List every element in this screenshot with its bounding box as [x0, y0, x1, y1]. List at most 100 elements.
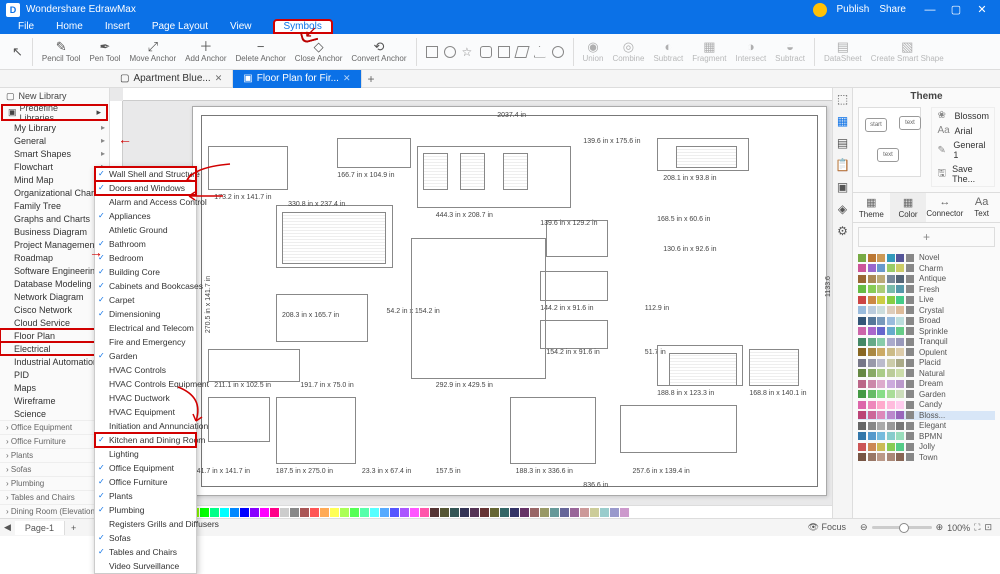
- subcategory[interactable]: › Dining Room (Elevation): [0, 504, 109, 518]
- minimize-button[interactable]: —: [918, 4, 942, 16]
- category-smart-shapes[interactable]: Smart Shapes▸: [0, 147, 109, 160]
- doc-tab[interactable]: ▣ Floor Plan for Fir...✕: [233, 70, 361, 88]
- add-page[interactable]: +: [65, 523, 82, 533]
- subcategory[interactable]: › Tables and Chairs: [0, 490, 109, 504]
- page-tab[interactable]: Page-1: [15, 521, 65, 535]
- color-swatchbar[interactable]: [110, 505, 832, 518]
- flyout-hvac-controls[interactable]: HVAC Controls: [95, 363, 196, 377]
- category-database-modeling[interactable]: Database Modeling▸: [0, 277, 109, 290]
- new-tab-button[interactable]: +: [362, 72, 381, 86]
- maximize-button[interactable]: ▢: [944, 3, 968, 16]
- palette-opulent[interactable]: Opulent: [858, 348, 995, 357]
- history-icon[interactable]: ▣: [837, 180, 848, 194]
- theme-opt[interactable]: ✎General 1: [932, 138, 994, 162]
- category-project-management[interactable]: Project Management▸: [0, 238, 109, 251]
- flyout-garden[interactable]: Garden: [95, 349, 196, 363]
- palette-novel[interactable]: Novel: [858, 253, 995, 262]
- subcategory[interactable]: › Office Equipment: [0, 420, 109, 434]
- category-organizational-chart[interactable]: Organizational Chart▸: [0, 186, 109, 199]
- flyout-carpet[interactable]: Carpet: [95, 293, 196, 307]
- publish-button[interactable]: Publish: [837, 4, 870, 15]
- category-floor-plan[interactable]: Floor Plan▸: [0, 329, 109, 342]
- category-network-diagram[interactable]: Network Diagram▸: [0, 290, 109, 303]
- pencil-tool[interactable]: ✎Pencil Tool: [38, 40, 85, 63]
- palette-antique[interactable]: Antique: [858, 274, 995, 283]
- union-tool[interactable]: ◉Union: [579, 40, 608, 63]
- flyout-appliances[interactable]: Appliances: [95, 209, 196, 223]
- flyout-electrical-and-telecom[interactable]: Electrical and Telecom: [95, 321, 196, 335]
- canvas[interactable]: 2037.4 in 836.6 in 173.2 in x 141.7 in 1…: [110, 88, 833, 518]
- intersect-tool[interactable]: ◑Intersect: [731, 40, 770, 63]
- zoom-control[interactable]: ⊖⊕ 100% ⛶⊡: [852, 522, 1000, 533]
- flyout-video-surveillance[interactable]: Video Surveillance: [95, 559, 196, 573]
- shape-presets[interactable]: ☆: [422, 46, 568, 58]
- category-roadmap[interactable]: Roadmap▸: [0, 251, 109, 264]
- menu-insert[interactable]: Insert: [105, 21, 130, 32]
- palette-dream[interactable]: Dream: [858, 379, 995, 388]
- flyout-dimensioning[interactable]: Dimensioning: [95, 307, 196, 321]
- move-anchor-tool[interactable]: ⤢Move Anchor: [125, 40, 180, 63]
- category-my-library[interactable]: My Library▸: [0, 121, 109, 134]
- flyout-sofas[interactable]: Sofas: [95, 531, 196, 545]
- category-family-tree[interactable]: Family Tree▸: [0, 199, 109, 212]
- flyout-building-core[interactable]: Building Core: [95, 265, 196, 279]
- style-icon[interactable]: ▦: [837, 114, 848, 128]
- avatar[interactable]: [813, 3, 827, 17]
- menu-view[interactable]: View: [230, 21, 252, 32]
- focus-button[interactable]: 👁 Focus: [802, 522, 852, 533]
- flyout-kitchen-and-dining-room[interactable]: Kitchen and Dining Room: [95, 433, 196, 447]
- palette-fresh[interactable]: Fresh: [858, 285, 995, 294]
- prev-page[interactable]: ◀: [0, 522, 15, 533]
- delete-anchor-tool[interactable]: −Delete Anchor: [232, 40, 290, 63]
- data-icon[interactable]: ▤: [837, 136, 848, 150]
- palette-tranquil[interactable]: Tranquil: [858, 337, 995, 346]
- flyout-bedroom[interactable]: Bedroom: [95, 251, 196, 265]
- flyout-office-furniture[interactable]: Office Furniture: [95, 475, 196, 489]
- page[interactable]: 2037.4 in 836.6 in 173.2 in x 141.7 in 1…: [192, 106, 827, 496]
- theme-opt[interactable]: AaArial: [932, 123, 994, 138]
- category-wireframe[interactable]: Wireframe▸: [0, 394, 109, 407]
- menu-file[interactable]: File: [18, 21, 34, 32]
- menu-page-layout[interactable]: Page Layout: [152, 21, 208, 32]
- close-button[interactable]: ✕: [970, 3, 994, 16]
- palette-charm[interactable]: Charm: [858, 264, 995, 273]
- fragment-tool[interactable]: ▦Fragment: [688, 40, 730, 63]
- menu-symbols[interactable]: Symbols: [274, 20, 332, 33]
- flyout-bathroom[interactable]: Bathroom: [95, 237, 196, 251]
- cursor-tool[interactable]: ↖: [8, 45, 27, 59]
- pen-tool[interactable]: ✒Pen Tool: [85, 40, 124, 63]
- flyout-fire-and-emergency[interactable]: Fire and Emergency: [95, 335, 196, 349]
- palette-candy[interactable]: Candy: [858, 400, 995, 409]
- palette-crystal[interactable]: Crystal: [858, 306, 995, 315]
- smartshape-tool[interactable]: ▧Create Smart Shape: [867, 40, 948, 63]
- subtab-text[interactable]: AaText: [963, 193, 1000, 222]
- flyout-lighting[interactable]: Lighting: [95, 447, 196, 461]
- theme-opt[interactable]: 🖫Save The...: [932, 162, 994, 186]
- combine-tool[interactable]: ◎Combine: [608, 40, 648, 63]
- flyout-hvac-equipment[interactable]: HVAC Equipment: [95, 405, 196, 419]
- flyout-hvac-ductwork[interactable]: HVAC Ductwork: [95, 391, 196, 405]
- palette-broad[interactable]: Broad: [858, 316, 995, 325]
- theme-icon[interactable]: ⬚: [837, 92, 848, 106]
- doc-tab[interactable]: ▢ Apartment Blue...✕: [110, 70, 233, 88]
- flyout-wall-shell-and-structure[interactable]: Wall Shell and Structure: [95, 167, 196, 181]
- predefine-libraries-button[interactable]: ▣Predefine Libraries▸: [2, 105, 107, 120]
- category-flowchart[interactable]: Flowchart▸: [0, 160, 109, 173]
- flyout-initiation-and-annunciation[interactable]: Initiation and Annunciation: [95, 419, 196, 433]
- palette-bpmn[interactable]: BPMN: [858, 432, 995, 441]
- category-electrical[interactable]: Electrical▸: [0, 342, 109, 355]
- flyout-plumbing[interactable]: Plumbing: [95, 503, 196, 517]
- add-anchor-tool[interactable]: ＋Add Anchor: [181, 40, 230, 63]
- convert-anchor-tool[interactable]: ⟲Convert Anchor: [347, 40, 410, 63]
- flyout-office-equipment[interactable]: Office Equipment: [95, 461, 196, 475]
- palette-live[interactable]: Live: [858, 295, 995, 304]
- subtract-tool[interactable]: ◐Subtract: [649, 40, 687, 63]
- palette-bloss...[interactable]: Bloss...: [858, 411, 995, 420]
- datasheet-tool[interactable]: ▤DataSheet: [820, 40, 866, 63]
- category-maps[interactable]: Maps▸: [0, 381, 109, 394]
- category-science[interactable]: Science▸: [0, 407, 109, 420]
- subtract2-tool[interactable]: ◒Subtract: [771, 40, 809, 63]
- flyout-tables-and-chairs[interactable]: Tables and Chairs: [95, 545, 196, 559]
- palette-town[interactable]: Town: [858, 453, 995, 462]
- palette-natural[interactable]: Natural: [858, 369, 995, 378]
